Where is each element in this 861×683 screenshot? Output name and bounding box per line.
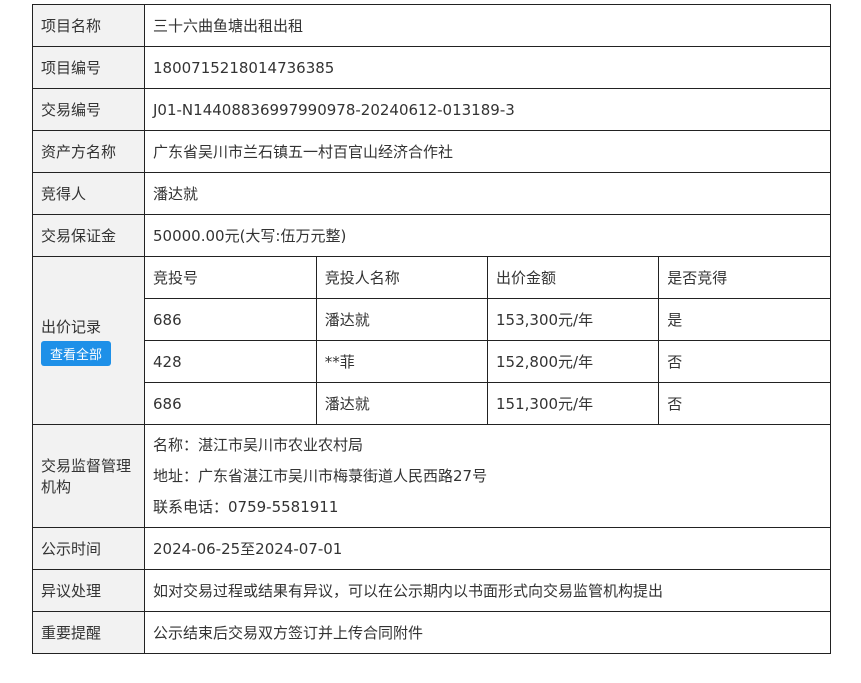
value-project-name: 三十六曲鱼塘出租出租 (144, 4, 831, 47)
view-all-button[interactable]: 查看全部 (41, 340, 112, 366)
label-project-name: 项目名称 (32, 4, 145, 47)
value-winner: 潘达就 (144, 172, 831, 215)
value-deposit: 50000.00元(大写:伍万元整) (144, 214, 831, 257)
header-is-winner: 是否竞得 (658, 257, 830, 299)
label-supervisor: 交易监督管理机构 (32, 424, 145, 528)
bid-number: 686 (145, 298, 317, 341)
bid-amount: 152,800元/年 (486, 340, 660, 383)
row-objection: 异议处理 如对交易过程或结果有异议，可以在公示期内以书面形式向交易监管机构提出 (32, 569, 831, 612)
value-supervisor: 名称：湛江市吴川市农业农村局 地址：广东省湛江市吴川市梅菉街道人民西路27号 联… (144, 424, 831, 528)
value-trade-code: J01-N14408836997990978-20240612-013189-3 (144, 88, 831, 131)
row-reminder: 重要提醒 公示结束后交易双方签订并上传合同附件 (32, 611, 831, 654)
bids-label-cell: 出价记录 查看全部 (32, 256, 145, 425)
label-trade-code: 交易编号 (32, 88, 145, 131)
supervisor-phone: 联系电话：0759-5581911 (153, 497, 339, 516)
label-objection: 异议处理 (32, 569, 145, 612)
label-bids: 出价记录 (41, 317, 102, 336)
bidder-name: 潘达就 (315, 382, 489, 424)
row-bids: 出价记录 查看全部 竞投号 竞投人名称 出价金额 是否竞得 686 潘达就 15… (32, 256, 831, 425)
row-trade-code: 交易编号 J01-N14408836997990978-20240612-013… (32, 88, 831, 131)
header-bid-number: 竞投号 (145, 257, 317, 299)
label-publicity: 公示时间 (32, 527, 145, 570)
bid-amount: 153,300元/年 (486, 298, 660, 341)
value-publicity: 2024-06-25至2024-07-01 (144, 527, 831, 570)
bids-cell: 竞投号 竞投人名称 出价金额 是否竞得 686 潘达就 153,300元/年 是… (144, 256, 831, 425)
row-owner: 资产方名称 广东省吴川市兰石镇五一村百官山经济合作社 (32, 130, 831, 173)
bid-number: 428 (145, 340, 317, 383)
label-deposit: 交易保证金 (32, 214, 145, 257)
bid-number: 686 (145, 382, 317, 424)
row-project-name: 项目名称 三十六曲鱼塘出租出租 (32, 4, 831, 47)
header-bidder-name: 竞投人名称 (315, 257, 489, 299)
is-winner: 是 (658, 298, 830, 341)
label-winner: 竞得人 (32, 172, 145, 215)
label-project-code: 项目编号 (32, 46, 145, 89)
bid-amount: 151,300元/年 (486, 382, 660, 424)
supervisor-address: 地址：广东省湛江市吴川市梅菉街道人民西路27号 (153, 466, 488, 485)
label-owner: 资产方名称 (32, 130, 145, 173)
transaction-info-table: 项目名称 三十六曲鱼塘出租出租 项目编号 1800715218014736385… (32, 4, 831, 654)
row-deposit: 交易保证金 50000.00元(大写:伍万元整) (32, 214, 831, 257)
is-winner: 否 (658, 382, 830, 424)
is-winner: 否 (658, 340, 830, 383)
row-winner: 竞得人 潘达就 (32, 172, 831, 215)
bidder-name: 潘达就 (315, 298, 489, 341)
row-project-code: 项目编号 1800715218014736385 (32, 46, 831, 89)
bidder-name: **菲 (315, 340, 489, 383)
table-row: 686 潘达就 151,300元/年 否 (145, 382, 830, 424)
value-project-code: 1800715218014736385 (144, 46, 831, 89)
table-row: 428 **菲 152,800元/年 否 (145, 340, 830, 383)
bid-header-row: 竞投号 竞投人名称 出价金额 是否竞得 (145, 257, 830, 299)
supervisor-name: 名称：湛江市吴川市农业农村局 (153, 435, 364, 454)
header-bid-amount: 出价金额 (486, 257, 660, 299)
table-row: 686 潘达就 153,300元/年 是 (145, 298, 830, 341)
label-reminder: 重要提醒 (32, 611, 145, 654)
value-owner: 广东省吴川市兰石镇五一村百官山经济合作社 (144, 130, 831, 173)
value-reminder: 公示结束后交易双方签订并上传合同附件 (144, 611, 831, 654)
value-objection: 如对交易过程或结果有异议，可以在公示期内以书面形式向交易监管机构提出 (144, 569, 831, 612)
row-publicity: 公示时间 2024-06-25至2024-07-01 (32, 527, 831, 570)
bid-records-table: 竞投号 竞投人名称 出价金额 是否竞得 686 潘达就 153,300元/年 是… (145, 257, 830, 424)
row-supervisor: 交易监督管理机构 名称：湛江市吴川市农业农村局 地址：广东省湛江市吴川市梅菉街道… (32, 424, 831, 528)
